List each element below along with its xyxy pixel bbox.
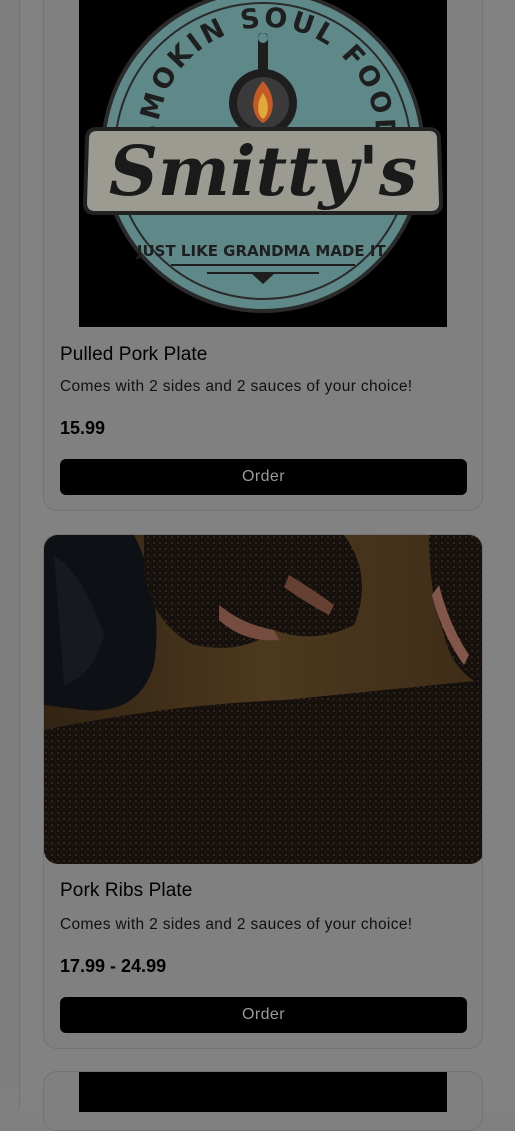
svg-text:Smitty's: Smitty's <box>109 132 417 212</box>
order-button[interactable]: Order <box>60 459 467 495</box>
item-price: 17.99 - 24.99 <box>60 956 167 976</box>
item-image <box>79 1072 447 1112</box>
svg-text:JUST LIKE GRANDMA MADE IT.: JUST LIKE GRANDMA MADE IT. <box>136 242 389 260</box>
item-title: Pork Ribs Plate <box>60 880 193 901</box>
item-description: Comes with 2 sides and 2 sauces of your … <box>60 916 413 933</box>
order-button[interactable]: Order <box>60 997 467 1033</box>
item-image: SMOKIN SOUL FOOD Smitty's JUST LIKE GRAN… <box>79 0 447 327</box>
ribs-photo <box>44 535 482 864</box>
item-description: Comes with 2 sides and 2 sauces of your … <box>60 378 413 395</box>
menu-item-card[interactable] <box>43 1071 483 1131</box>
item-title: Pulled Pork Plate <box>60 344 208 365</box>
item-price: 15.99 <box>60 418 106 438</box>
menu-item-card[interactable]: Pork Ribs Plate Comes with 2 sides and 2… <box>43 534 483 1049</box>
item-image <box>44 535 482 864</box>
smittys-logo: SMOKIN SOUL FOOD Smitty's JUST LIKE GRAN… <box>82 0 444 313</box>
menu-item-card[interactable]: SMOKIN SOUL FOOD Smitty's JUST LIKE GRAN… <box>43 0 483 511</box>
